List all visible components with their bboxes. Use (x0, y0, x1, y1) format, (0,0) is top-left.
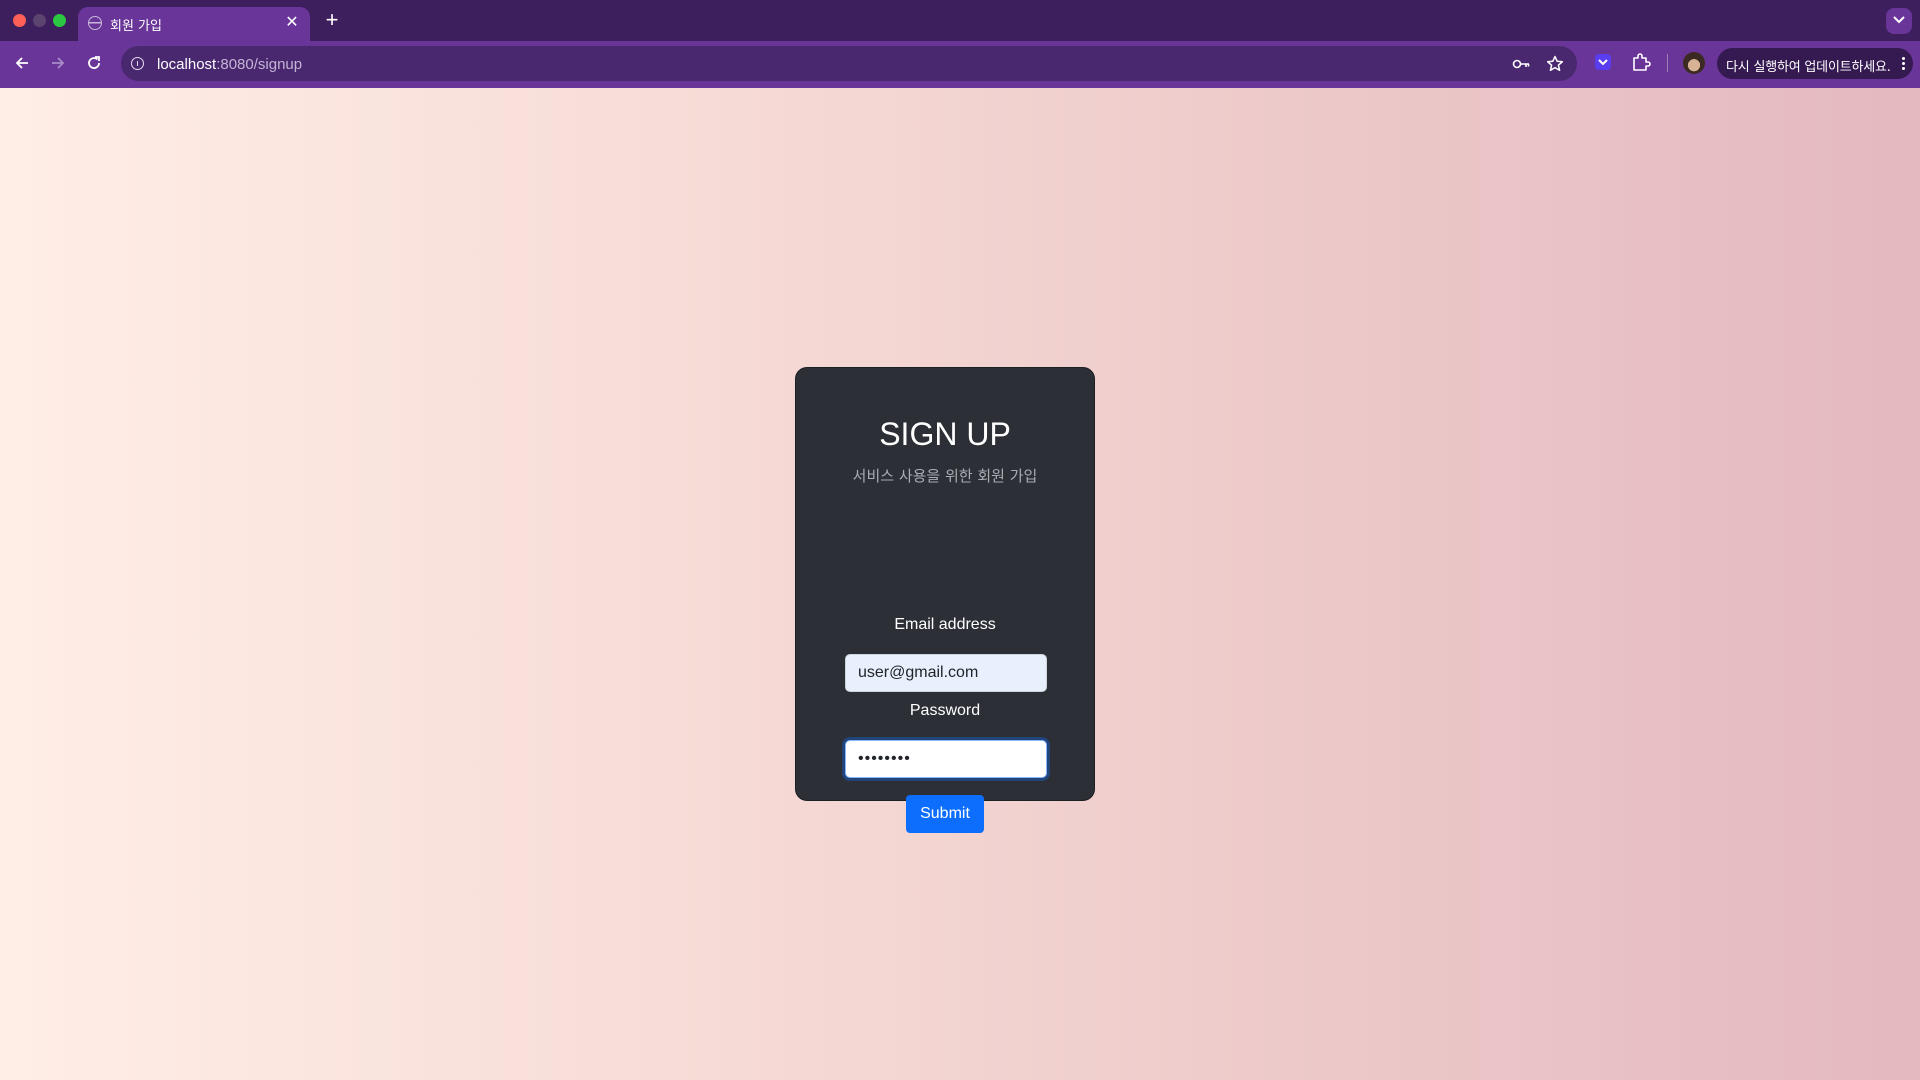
puzzle-icon[interactable] (1630, 51, 1652, 73)
browser-chrome: 회원 가입 ✕ + localhost:8080/signup 다시 실행하여 … (0, 0, 1920, 88)
update-label: 다시 실행하여 업데이트하세요. (1726, 60, 1891, 75)
signup-card: SIGN UP 서비스 사용을 위한 회원 가입 Email address P… (795, 367, 1095, 833)
back-button[interactable] (10, 51, 34, 75)
minimize-window-button[interactable] (33, 14, 46, 27)
page-title: SIGN UP (879, 416, 1011, 452)
reload-button[interactable] (82, 51, 106, 75)
close-icon[interactable]: ✕ (282, 13, 302, 33)
tab-signup[interactable]: 회원 가입 ✕ (78, 7, 310, 41)
url-text[interactable]: localhost:8080/signup (157, 56, 302, 73)
submit-button[interactable]: Submit (906, 795, 984, 833)
toolbar-divider (1667, 54, 1668, 72)
reload-icon (88, 56, 100, 69)
password-field[interactable] (845, 740, 1047, 778)
maximize-window-button[interactable] (53, 14, 66, 27)
email-label: Email address (894, 616, 996, 633)
address-bar[interactable]: localhost:8080/signup (121, 46, 1577, 81)
new-tab-button[interactable]: + (321, 9, 343, 31)
arrow-right-icon (52, 57, 65, 69)
email-field[interactable] (845, 654, 1047, 692)
update-button[interactable]: 다시 실행하여 업데이트하세요. (1717, 48, 1913, 79)
tab-search-button[interactable] (1886, 8, 1912, 34)
more-vertical-icon[interactable] (1901, 55, 1905, 71)
page-background: SIGN UP 서비스 사용을 위한 회원 가입 Email address P… (0, 88, 1920, 1080)
globe-icon (88, 16, 102, 30)
info-icon[interactable] (131, 57, 144, 70)
tab-title: 회원 가입 (110, 19, 162, 34)
profile-avatar[interactable] (1683, 52, 1705, 74)
arrow-left-icon (15, 57, 28, 69)
page-subtitle: 서비스 사용을 위한 회원 가입 (852, 467, 1038, 485)
star-icon[interactable] (1545, 54, 1565, 74)
chevron-down-icon (1893, 16, 1905, 24)
key-icon[interactable] (1511, 54, 1531, 74)
forward-button[interactable] (46, 51, 70, 75)
close-window-button[interactable] (13, 14, 26, 27)
extension-shield-icon[interactable] (1592, 51, 1614, 73)
password-label: Password (909, 702, 981, 719)
tab-strip: 회원 가입 ✕ + (0, 0, 1920, 41)
